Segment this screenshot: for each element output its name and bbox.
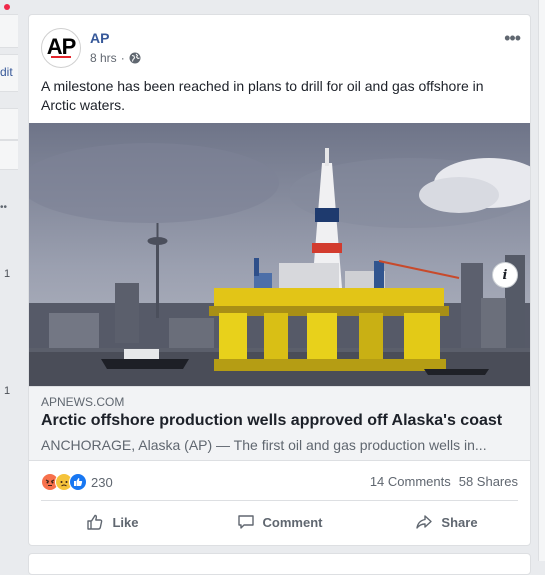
avatar-logo-underline: [51, 56, 71, 58]
left-panel-block: [0, 140, 18, 170]
more-icon[interactable]: ••: [0, 202, 7, 213]
globe-icon[interactable]: [129, 52, 141, 64]
post-actions: Like Comment Share: [29, 502, 530, 542]
left-column: dit •• 1 1: [0, 0, 18, 561]
like-label: Like: [112, 514, 139, 530]
left-panel-block: [0, 108, 18, 140]
left-panel-block: [0, 14, 18, 48]
avatar[interactable]: AP: [41, 28, 81, 68]
link-preview-image[interactable]: [29, 123, 530, 386]
count-label: 1: [4, 385, 11, 397]
link-title[interactable]: Arctic offshore production wells approve…: [41, 412, 502, 430]
comment-button[interactable]: Comment: [196, 502, 363, 542]
reaction-count[interactable]: 230: [91, 475, 113, 490]
more-options-icon[interactable]: •••: [504, 29, 521, 47]
notification-dot: [4, 4, 10, 10]
link-preview[interactable]: APNEWS.COM Arctic offshore production we…: [29, 386, 530, 461]
post-meta: 8 hrs ·: [90, 51, 141, 65]
reactions-summary[interactable]: 230: [41, 473, 113, 491]
post-card: AP AP 8 hrs · ••• A milestone has been r…: [28, 14, 531, 546]
info-icon[interactable]: i: [492, 262, 518, 288]
author-name[interactable]: AP: [90, 30, 109, 46]
link-description: ANCHORAGE, Alaska (AP) — The first oil a…: [41, 437, 487, 453]
thumbs-up-icon: [87, 514, 103, 530]
like-button[interactable]: Like: [29, 502, 196, 542]
like-reaction-icon: [69, 473, 87, 491]
engagement-stats: 14 Comments 58 Shares: [370, 474, 518, 489]
comment-icon: [237, 515, 254, 529]
share-arrow-icon: [416, 515, 433, 529]
avatar-logo-text: AP: [46, 33, 77, 59]
edit-link[interactable]: dit: [0, 65, 13, 79]
share-label: Share: [441, 514, 478, 530]
next-post-card: [28, 553, 531, 575]
action-divider: [41, 500, 518, 501]
link-domain: APNEWS.COM: [41, 395, 125, 409]
comment-label: Comment: [262, 514, 323, 530]
post-text: A milestone has been reached in plans to…: [41, 78, 484, 113]
comments-count[interactable]: 14 Comments: [370, 474, 451, 489]
meta-separator: ·: [120, 51, 125, 65]
share-button[interactable]: Share: [363, 502, 530, 542]
count-label: 1: [4, 268, 11, 280]
right-column-edge: [538, 0, 545, 561]
shares-count[interactable]: 58 Shares: [459, 474, 518, 489]
post-timestamp[interactable]: 8 hrs: [90, 51, 117, 65]
